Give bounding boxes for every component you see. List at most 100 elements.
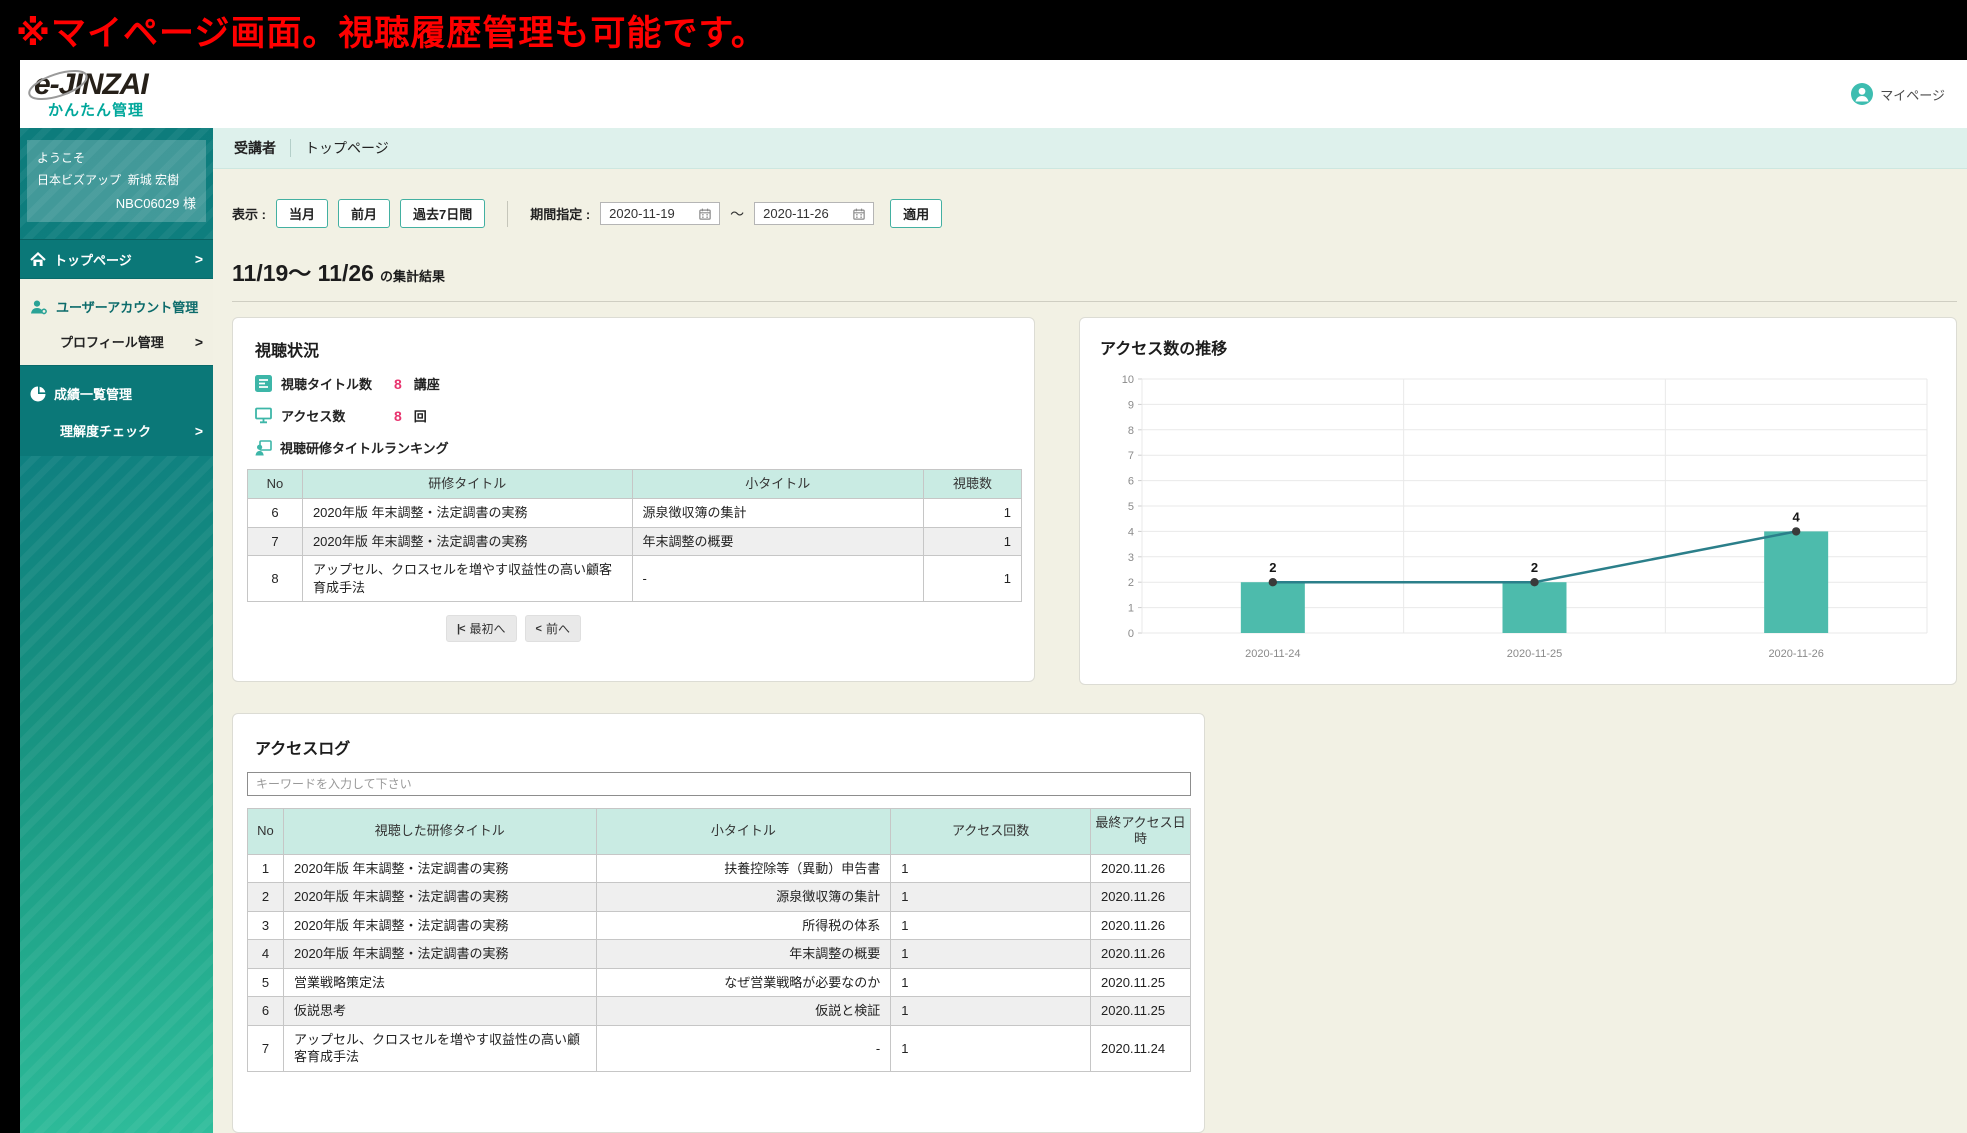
cell-date: 2020.11.26 <box>1091 883 1191 912</box>
date-from-input[interactable] <box>609 206 691 221</box>
sidebar-item-score-mgmt[interactable]: 成績一覧管理 <box>20 376 213 411</box>
cell-date: 2020.11.24 <box>1091 1025 1191 1071</box>
cell-title: 仮説思考 <box>283 997 596 1026</box>
date-from-field[interactable] <box>600 202 720 225</box>
ranking-table-body: 62020年版 年末調整・法定調書の実務源泉徴収簿の集計172020年版 年末調… <box>248 499 1022 602</box>
filter-divider <box>507 201 508 227</box>
breadcrumb-page: トップページ <box>305 138 389 158</box>
access-count-value: 8 <box>394 408 402 424</box>
cell-count: 1 <box>924 527 1022 556</box>
prev-page-button[interactable]: < 前へ <box>525 615 581 642</box>
cell-subtitle: - <box>632 556 924 602</box>
mypage-link[interactable]: マイページ <box>1851 83 1945 105</box>
sidebar-item-user-account-mgmt[interactable]: ユーザーアカウント管理 <box>20 289 213 324</box>
user-gear-icon <box>30 299 48 315</box>
summary-suffix: の集計結果 <box>380 269 445 284</box>
sidebar-group-scores: 成績一覧管理 理解度チェック > <box>20 365 213 456</box>
cell-no: 8 <box>248 556 303 602</box>
breadcrumb: 受講者 トップページ <box>213 128 1967 169</box>
cell-no: 1 <box>248 854 284 883</box>
cell-count: 1 <box>924 556 1022 602</box>
cell-title: アップセル、クロスセルを増やす収益性の高い顧客育成手法 <box>302 556 632 602</box>
svg-text:2: 2 <box>1269 560 1276 575</box>
ranking-table: No 研修タイトル 小タイトル 視聴数 62020年版 年末調整・法定調書の実務… <box>247 469 1022 602</box>
svg-text:2020-11-24: 2020-11-24 <box>1245 648 1300 660</box>
welcome-box: ようこそ 日本ビズアップ 新城 宏樹 NBC06029 様 <box>27 140 206 222</box>
table-row: 72020年版 年末調整・法定調書の実務年末調整の概要1 <box>248 527 1022 556</box>
svg-text:7: 7 <box>1128 450 1134 462</box>
list-icon <box>255 375 272 392</box>
table-row: 22020年版 年末調整・法定調書の実務源泉徴収簿の集計12020.11.26 <box>248 883 1191 912</box>
svg-text:10: 10 <box>1122 374 1134 386</box>
cell-title: 2020年版 年末調整・法定調書の実務 <box>283 940 596 969</box>
cell-title: 2020年版 年末調整・法定調書の実務 <box>283 883 596 912</box>
pie-chart-icon <box>30 386 46 402</box>
main-area: 受講者 トップページ 表示 : 当月 前月 過去7日間 期間指定 : <box>213 128 1967 1133</box>
sidebar-item-comprehension-check[interactable]: 理解度チェック > <box>20 411 213 442</box>
cell-subtitle: 所得税の体系 <box>596 911 891 940</box>
cell-no: 7 <box>248 1025 284 1071</box>
cell-subtitle: 年末調整の概要 <box>632 527 924 556</box>
ranking-header-row: No 研修タイトル 小タイトル 視聴数 <box>248 470 1022 499</box>
svg-text:2: 2 <box>1531 560 1538 575</box>
date-to-input[interactable] <box>763 206 845 221</box>
summary-heading: 11/19～ 11/26 の集計結果 <box>232 254 1957 288</box>
cell-title: 2020年版 年末調整・法定調書の実務 <box>302 499 632 528</box>
chevron-right-icon: > <box>195 251 203 267</box>
app-body: ようこそ 日本ビズアップ 新城 宏樹 NBC06029 様 トップページ > <box>20 128 1967 1133</box>
cell-subtitle: 源泉徴収簿の集計 <box>596 883 891 912</box>
cell-no: 6 <box>248 499 303 528</box>
keyword-search-input[interactable] <box>247 772 1191 796</box>
cell-no: 7 <box>248 527 303 556</box>
stat-titles-watched: 視聴タイトル数 8 講座 <box>255 374 1020 393</box>
access-log-table-body: 12020年版 年末調整・法定調書の実務扶養控除等（異動）申告書12020.11… <box>248 854 1191 1071</box>
svg-text:4: 4 <box>1128 526 1134 538</box>
date-range-tilde: ～ <box>730 204 744 224</box>
content: 表示 : 当月 前月 過去7日間 期間指定 : ～ <box>213 169 1967 1133</box>
access-trend-title: アクセス数の推移 <box>1100 335 1936 359</box>
table-row: 42020年版 年末調整・法定調書の実務年末調整の概要12020.11.26 <box>248 940 1191 969</box>
welcome-greeting: ようこそ <box>37 149 196 166</box>
access-trend-chart: 0123456789102242020-11-242020-11-252020-… <box>1100 367 1936 672</box>
table-row: 5営業戦略策定法なぜ営業戦略が必要なのか12020.11.25 <box>248 968 1191 997</box>
table-row: 8アップセル、クロスセルを増やす収益性の高い顧客育成手法-1 <box>248 556 1022 602</box>
apply-button[interactable]: 適用 <box>890 199 942 228</box>
last-month-button[interactable]: 前月 <box>338 199 390 228</box>
cell-no: 6 <box>248 997 284 1026</box>
cell-subtitle: なぜ営業戦略が必要なのか <box>596 968 891 997</box>
cell-title: 2020年版 年末調整・法定調書の実務 <box>283 854 596 883</box>
cell-date: 2020.11.26 <box>1091 854 1191 883</box>
svg-text:2020-11-25: 2020-11-25 <box>1507 648 1562 660</box>
cell-subtitle: 扶養控除等（異動）申告書 <box>596 854 891 883</box>
svg-text:2020-11-26: 2020-11-26 <box>1768 648 1823 660</box>
viewing-status-title: 視聴状況 <box>255 337 1020 361</box>
app-header: e-JINZAI かんたん管理 マイページ <box>20 60 1967 128</box>
app-window: e-JINZAI かんたん管理 マイページ ようこそ 日本ビズアップ 新城 宏樹… <box>20 60 1967 1133</box>
filter-toolbar: 表示 : 当月 前月 過去7日間 期間指定 : ～ <box>232 199 1957 228</box>
summary-range: 11/19～ 11/26 <box>232 260 374 286</box>
cell-subtitle: 仮説と検証 <box>596 997 891 1026</box>
chevron-right-icon: > <box>195 334 203 350</box>
cell-count: 1 <box>891 883 1091 912</box>
this-month-button[interactable]: 当月 <box>276 199 328 228</box>
sidebar-item-profile-mgmt[interactable]: プロフィール管理 > <box>20 324 213 353</box>
mypage-label: マイページ <box>1880 85 1945 104</box>
home-icon <box>30 252 46 267</box>
welcome-account: NBC06029 様 <box>37 193 196 212</box>
sidebar-item-top-page[interactable]: トップページ > <box>20 239 213 279</box>
presenter-icon <box>255 440 272 456</box>
cell-subtitle: 源泉徴収簿の集計 <box>632 499 924 528</box>
pagination: |< 最初へ < 前へ <box>247 615 1020 642</box>
cards-row: 視聴状況 視聴タイトル数 8 講座 <box>232 317 1957 685</box>
cell-count: 1 <box>891 968 1091 997</box>
date-to-field[interactable] <box>754 202 874 225</box>
stat-access-count: アクセス数 8 回 <box>255 406 1020 425</box>
svg-text:4: 4 <box>1793 509 1801 524</box>
table-row: 6仮説思考仮説と検証12020.11.25 <box>248 997 1191 1026</box>
past-7days-button[interactable]: 過去7日間 <box>400 199 485 228</box>
cell-no: 4 <box>248 940 284 969</box>
first-page-button[interactable]: |< 最初へ <box>446 615 517 642</box>
svg-text:1: 1 <box>1128 603 1134 615</box>
svg-text:9: 9 <box>1128 399 1134 411</box>
cell-no: 2 <box>248 883 284 912</box>
